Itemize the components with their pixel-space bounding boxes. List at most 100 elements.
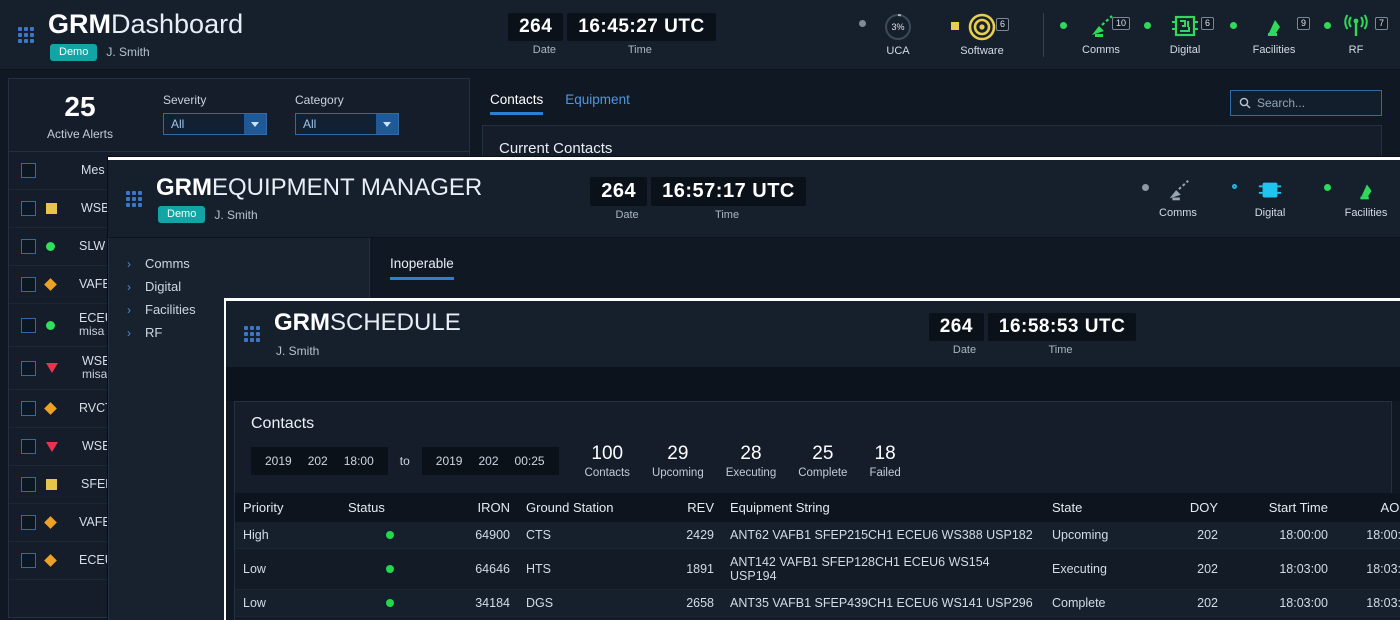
alert-severity-icon [46, 165, 57, 176]
brand-rest: EQUIPMENT MANAGER [212, 174, 482, 202]
column-header[interactable]: Status [340, 493, 440, 522]
alert-message: VAFB [79, 277, 111, 291]
alert-checkbox[interactable] [21, 318, 36, 333]
table-row[interactable]: Low64646HTS1891ANT142 VAFB1 SFEP128CH1 E… [235, 549, 1400, 590]
alert-checkbox[interactable] [21, 239, 36, 254]
app-grid-icon[interactable] [126, 191, 142, 207]
search-box[interactable]: Search... [1230, 90, 1382, 116]
column-header[interactable]: Ground Station [518, 493, 648, 522]
column-header[interactable]: Start Time [1226, 493, 1336, 522]
range-from-time: 18:00 [344, 454, 374, 468]
column-header[interactable]: Priority [235, 493, 340, 522]
schedule-window[interactable]: GRM SCHEDULE J. Smith 264 16:58:53 UTC D… [224, 298, 1400, 620]
status-item-facilities[interactable]: 9 Facilities [1242, 13, 1306, 56]
alert-message: WSBmisa [82, 354, 110, 382]
chevron-right-icon[interactable]: › [127, 303, 131, 317]
brand-bold: GRM [274, 309, 330, 337]
status-item-software[interactable]: 6 Software [951, 12, 1013, 57]
tab-equipment[interactable]: Equipment [565, 92, 630, 115]
alert-checkbox[interactable] [21, 277, 36, 292]
chevron-right-icon[interactable]: › [127, 326, 131, 340]
chevron-right-icon[interactable]: › [127, 257, 131, 271]
table-row[interactable]: Low34184DGS2658ANT35 VAFB1 SFEP439CH1 EC… [235, 590, 1400, 617]
alert-severity-icon [46, 321, 55, 330]
column-header[interactable]: Equipment String [722, 493, 1044, 522]
column-header[interactable]: IRON [440, 493, 518, 522]
category-filter-label: Category [295, 93, 399, 107]
table-cell: 18:08:0 [1336, 617, 1400, 620]
alert-checkbox[interactable] [21, 361, 36, 376]
tree-item-comms[interactable]: › Comms [109, 252, 369, 275]
schedule-stat: 100Contacts [585, 443, 630, 479]
range-from-field[interactable]: 2019 202 18:00 [251, 447, 388, 475]
column-header[interactable]: State [1044, 493, 1164, 522]
active-alerts-count: 25 [25, 93, 135, 121]
status-item-digital[interactable]: Digital [1246, 178, 1294, 219]
table-row[interactable]: High64900CTS2429ANT62 VAFB1 SFEP215CH1 E… [235, 522, 1400, 549]
alert-checkbox[interactable] [21, 163, 36, 178]
status-item-facilities[interactable]: Facilities [1338, 178, 1394, 219]
app-grid-icon[interactable] [244, 326, 260, 342]
alert-checkbox[interactable] [21, 515, 36, 530]
table-row[interactable]: High46684CTS6487ANT138 SAFB1 SFEP414CH1 … [235, 617, 1400, 620]
category-select[interactable]: All [295, 113, 399, 135]
uca-value: 3% [891, 22, 904, 32]
equipment-manager-brand: GRM EQUIPMENT MANAGER [156, 174, 482, 202]
satellite-dish-icon [1164, 178, 1192, 204]
app-grid-icon[interactable] [18, 27, 34, 43]
table-cell: 18:03:0 [1336, 590, 1400, 617]
chevron-right-icon[interactable]: › [127, 280, 131, 294]
schedule-stat-value: 18 [875, 443, 896, 465]
range-to-field[interactable]: 2019 202 00:25 [422, 447, 559, 475]
software-count-badge: 6 [996, 18, 1009, 31]
alert-severity-icon [44, 554, 57, 567]
schedule-datetime: 264 16:58:53 UTC Date Time [929, 313, 1137, 356]
alert-checkbox[interactable] [21, 439, 36, 454]
facilities-label: Facilities [1345, 207, 1388, 219]
schedule-body: Contacts 2019 202 18:00 to 2019 202 00:2… [226, 401, 1400, 620]
alert-checkbox[interactable] [21, 401, 36, 416]
chevron-down-icon[interactable] [244, 114, 266, 134]
dashboard-header: GRM Dashboard Demo J. Smith 264 16:45:27… [0, 0, 1400, 70]
status-item-digital[interactable]: 6 Digital [1158, 13, 1212, 56]
table-cell: Complete [1044, 590, 1164, 617]
tab-contacts[interactable]: Contacts [490, 92, 543, 115]
column-header[interactable]: AOS [1336, 493, 1400, 522]
alert-checkbox[interactable] [21, 477, 36, 492]
uca-status-dot [859, 20, 866, 27]
antenna-icon [1341, 13, 1371, 41]
alert-message: WSB [82, 439, 110, 453]
target-icon [967, 12, 997, 42]
severity-select[interactable]: All [163, 113, 267, 135]
alert-checkbox[interactable] [21, 553, 36, 568]
dashboard-status-cluster: 3% UCA 6 Software 10 [875, 0, 1382, 70]
schedule-stat: 28Executing [726, 443, 777, 479]
schedule-stat-value: 28 [740, 443, 761, 465]
status-item-comms[interactable]: Comms [1154, 178, 1202, 219]
status-item-comms[interactable]: 10 Comms [1074, 13, 1128, 56]
range-from-doy: 202 [308, 454, 328, 468]
table-cell: ANT62 VAFB1 SFEP215CH1 ECEU6 WS388 USP18… [722, 522, 1044, 549]
brand-rest: Dashboard [111, 9, 243, 40]
column-header[interactable]: REV [648, 493, 722, 522]
chevron-down-icon[interactable] [376, 114, 398, 134]
tree-item-digital[interactable]: ›Digital [109, 275, 369, 298]
facilities-count-badge: 9 [1297, 17, 1310, 30]
column-header[interactable]: DOY [1164, 493, 1226, 522]
range-to-doy: 202 [478, 454, 498, 468]
table-cell: CTS [518, 522, 648, 549]
tab-inoperable[interactable]: Inoperable [390, 256, 454, 280]
status-item-rf[interactable]: 7 RF [1336, 13, 1376, 56]
tree-item-label: Comms [145, 256, 190, 271]
time-label: Time [656, 209, 798, 221]
alert-message: SLW [79, 239, 105, 253]
status-item-uca[interactable]: 3% UCA [875, 12, 921, 57]
status-indicator [386, 531, 394, 539]
alert-checkbox[interactable] [21, 201, 36, 216]
status-divider [1043, 13, 1044, 57]
comms-status-dot [1142, 184, 1149, 191]
schedule-stat-label: Upcoming [652, 467, 704, 479]
rf-label: RF [1349, 44, 1364, 56]
schedule-toolbar-strip [226, 367, 1400, 401]
brand-rest: SCHEDULE [330, 309, 461, 337]
